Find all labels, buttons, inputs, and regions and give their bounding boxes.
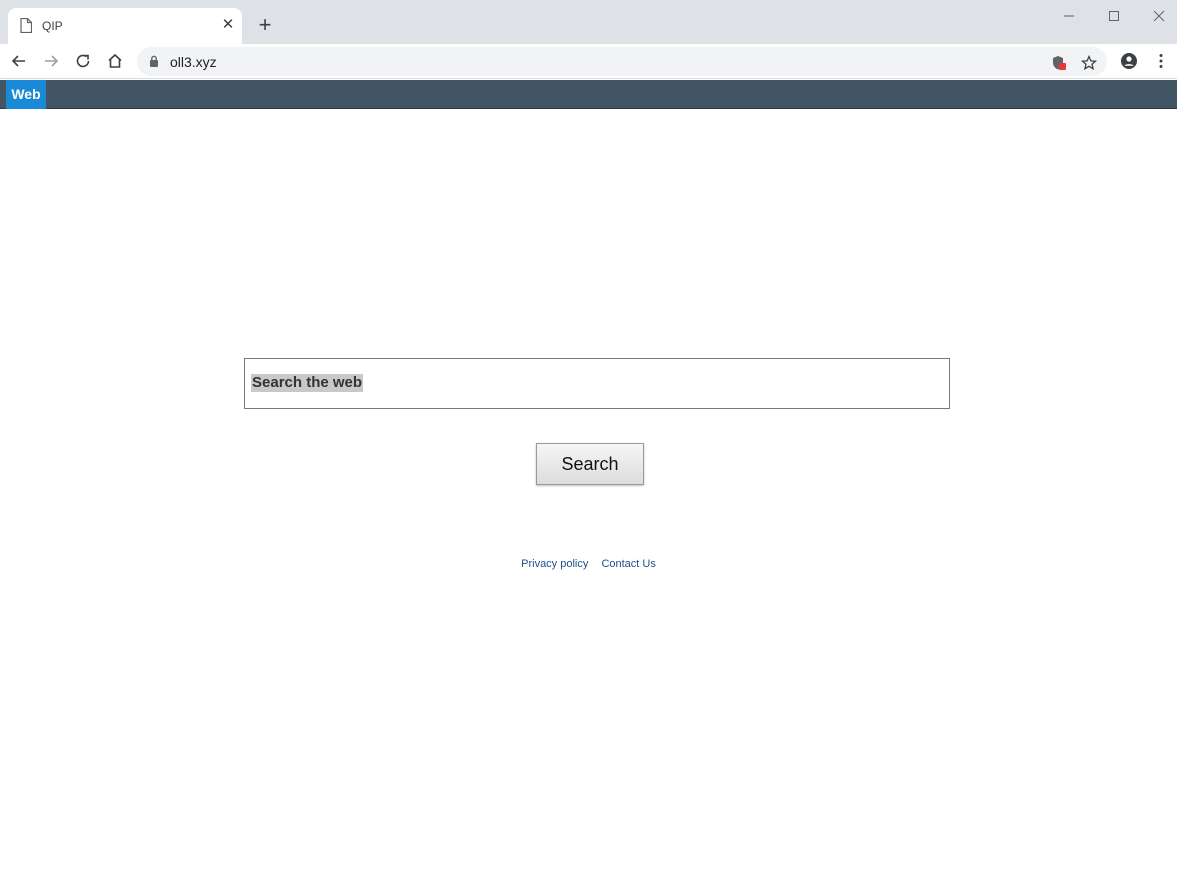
- reload-icon[interactable]: [74, 52, 92, 70]
- browser-tab[interactable]: QIP ✕: [8, 8, 242, 44]
- browser-tab-strip: QIP ✕ +: [0, 0, 1177, 44]
- site-nav-bar: Web: [0, 80, 1177, 109]
- back-arrow-icon[interactable]: [10, 52, 28, 70]
- shield-extension-icon[interactable]: [1051, 55, 1067, 71]
- contact-us-link[interactable]: Contact Us: [601, 558, 655, 570]
- lock-icon: [150, 55, 158, 67]
- address-bar[interactable]: oll3.xyz: [137, 47, 1107, 76]
- close-icon[interactable]: ✕: [220, 17, 236, 33]
- browser-toolbar: oll3.xyz: [0, 44, 1177, 79]
- plus-icon[interactable]: +: [255, 14, 275, 36]
- minimize-icon[interactable]: [1058, 6, 1080, 26]
- forward-arrow-icon[interactable]: [42, 52, 60, 70]
- search-box[interactable]: Search the web: [244, 358, 950, 409]
- url-text: oll3.xyz: [170, 54, 217, 70]
- page-icon: [20, 18, 32, 33]
- footer-links: Privacy policy Contact Us: [0, 558, 1177, 574]
- search-button[interactable]: Search: [536, 443, 644, 485]
- window-close-icon[interactable]: [1148, 6, 1170, 26]
- home-icon[interactable]: [106, 52, 124, 70]
- tab-title: QIP: [42, 19, 63, 33]
- privacy-policy-link[interactable]: Privacy policy: [521, 558, 588, 570]
- maximize-icon[interactable]: [1103, 6, 1125, 26]
- kebab-menu-icon[interactable]: [1152, 52, 1170, 70]
- tab-web[interactable]: Web: [6, 80, 46, 109]
- star-icon[interactable]: [1081, 55, 1097, 71]
- search-input[interactable]: [245, 359, 949, 408]
- account-icon[interactable]: [1120, 52, 1138, 70]
